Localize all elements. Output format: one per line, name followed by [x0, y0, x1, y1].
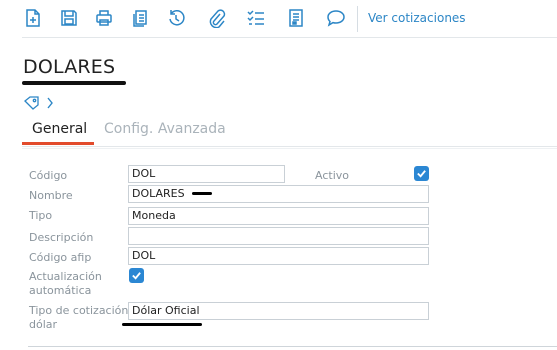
- attach-icon[interactable]: [205, 7, 227, 29]
- copy-icon[interactable]: [129, 7, 151, 29]
- print-icon[interactable]: [93, 7, 115, 29]
- tab-bar: General Config. Avanzada: [22, 118, 557, 147]
- codigo-afip-label: Código afip: [29, 251, 92, 264]
- nombre-scribble: [192, 192, 212, 195]
- codigo-field[interactable]: DOL: [128, 165, 285, 183]
- tipo-cotizacion-label-line1: Tipo de cotización: [29, 304, 129, 317]
- actualizacion-label-line2: automática: [29, 284, 92, 297]
- title-scribble: [22, 81, 126, 85]
- tab-config-avanzada[interactable]: Config. Avanzada: [104, 121, 226, 137]
- tab-active-indicator: [22, 142, 94, 145]
- tipo-select[interactable]: Moneda: [128, 207, 429, 225]
- activo-label: Activo: [315, 169, 349, 182]
- tipo-label: Tipo: [29, 209, 53, 222]
- comment-icon[interactable]: [325, 7, 347, 29]
- save-icon[interactable]: [58, 7, 80, 29]
- form-bottom-divider: [28, 346, 557, 347]
- activo-checkbox[interactable]: [414, 166, 429, 181]
- tipo-cotizacion-scribble: [122, 323, 202, 326]
- descripcion-label: Descripción: [29, 231, 94, 244]
- form-divider: [22, 148, 557, 149]
- document-icon[interactable]: [285, 7, 307, 29]
- history-icon[interactable]: [165, 7, 187, 29]
- new-document-icon[interactable]: [22, 7, 44, 29]
- tag-row: [24, 95, 54, 111]
- nombre-label: Nombre: [29, 189, 73, 202]
- codigo-afip-field[interactable]: DOL: [128, 247, 429, 265]
- tipo-cotizacion-select[interactable]: Dólar Oficial: [128, 302, 429, 320]
- toolbar-divider: [22, 37, 557, 38]
- toolbar: Ver cotizaciones: [0, 0, 557, 38]
- toolbar-separator: [357, 6, 358, 32]
- actualizacion-checkbox[interactable]: [129, 268, 144, 283]
- tipo-cotizacion-label-line2: dólar: [29, 318, 58, 331]
- actualizacion-label-line1: Actualización: [29, 270, 102, 283]
- ver-cotizaciones-link[interactable]: Ver cotizaciones: [368, 11, 466, 25]
- nombre-field[interactable]: DOLARES: [128, 185, 429, 203]
- page-title: DOLARES: [23, 56, 116, 78]
- tag-icon[interactable]: [24, 96, 40, 110]
- chevron-right-icon[interactable]: [46, 97, 54, 109]
- checklist-icon[interactable]: [245, 7, 267, 29]
- descripcion-field[interactable]: [128, 227, 429, 245]
- tab-general[interactable]: General: [32, 121, 87, 137]
- codigo-label: Código: [29, 169, 68, 182]
